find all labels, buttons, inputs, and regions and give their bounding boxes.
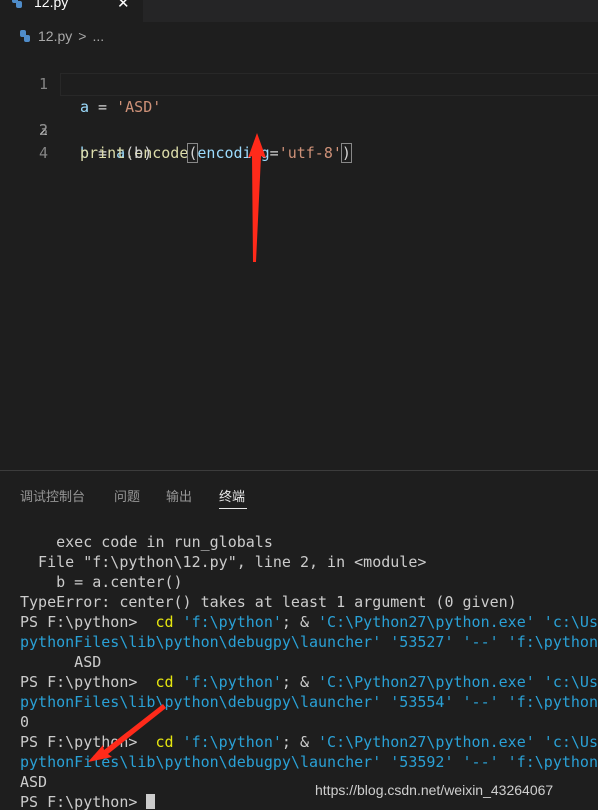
close-icon[interactable]: ✕ <box>117 0 130 12</box>
tab-problems[interactable]: 问题 <box>114 486 140 505</box>
terminal-prompt: PS F:\python> <box>20 613 147 631</box>
code-token: 'utf-8' <box>278 144 342 162</box>
terminal-line: pythonFiles\lib\python\debugpy\launcher'… <box>20 693 598 711</box>
terminal-line: PS F:\python> cd 'f:\python'; & 'C:\Pyth… <box>20 732 598 752</box>
terminal-line[interactable]: PS F:\python> <box>20 792 156 810</box>
breadcrumb: 12.py > ... <box>18 27 104 45</box>
terminal-prompt: PS F:\python> <box>20 673 147 691</box>
code-line-current[interactable]: 2 b = a.encode(encoding='utf-8') <box>0 73 598 163</box>
code-line[interactable]: 4 <box>0 119 598 162</box>
terminal-line: TypeError: center() takes at least 1 arg… <box>20 593 517 611</box>
code-editor[interactable]: 1 a = 'ASD' 2 b = a.encode(encoding='utf… <box>0 50 598 470</box>
line-number: 4 <box>38 144 48 162</box>
terminal-line: pythonFiles\lib\python\debugpy\launcher'… <box>20 753 598 771</box>
terminal-line: pythonFiles\lib\python\debugpy\launcher'… <box>20 633 598 651</box>
terminal-line: PS F:\python> cd 'f:\python'; & 'C:\Pyth… <box>20 612 598 632</box>
panel-tab-bar: 调试控制台 问题 输出 终端 <box>0 471 598 511</box>
terminal-prompt: PS F:\python> <box>20 793 147 810</box>
watermark: https://blog.csdn.net/weixin_43264067 <box>315 782 554 798</box>
terminal-arg: 'f:\python' <box>173 673 282 691</box>
terminal-line: b = a.center() <box>20 573 183 591</box>
chevron-right-icon: > <box>78 28 87 44</box>
tab-output[interactable]: 输出 <box>166 486 192 505</box>
terminal-cursor <box>146 794 156 809</box>
terminal-line: ASD <box>20 773 48 791</box>
tab-terminal[interactable]: 终端 <box>219 486 245 505</box>
terminal-arg: 'c:\Us <box>534 613 598 631</box>
terminal-line: File "f:\python\12.py", line 2, in <modu… <box>20 553 427 571</box>
active-tab-indicator <box>219 508 247 509</box>
terminal-arg: 'c:\Us <box>534 673 598 691</box>
code-token: encoding <box>197 144 270 162</box>
terminal-command: cd <box>146 673 174 691</box>
code-token: (b) <box>125 144 153 162</box>
terminal-line: exec code in run_globals <box>20 533 273 551</box>
terminal-arg: 'f:\python' <box>173 613 282 631</box>
terminal-text: ; & <box>281 673 319 691</box>
terminal-command: cd <box>146 733 174 751</box>
editor-tab-bar: 12.py ✕ <box>0 0 598 22</box>
terminal-arg: 'f:\python' <box>173 733 282 751</box>
code-line[interactable]: 3 print(b) <box>0 96 598 162</box>
current-line-highlight <box>60 73 598 96</box>
terminal-arg: 'C:\Python27\python.exe' <box>318 733 535 751</box>
terminal-command: cd <box>146 613 174 631</box>
terminal-text: ; & <box>281 733 319 751</box>
terminal-line: 0 <box>20 713 30 731</box>
breadcrumb-file[interactable]: 12.py <box>38 28 72 44</box>
code-line[interactable]: 1 a = 'ASD' <box>0 50 598 116</box>
terminal-line: PS F:\python> cd 'f:\python'; & 'C:\Pyth… <box>20 672 598 692</box>
code-token: = <box>269 144 279 162</box>
python-file-icon <box>20 30 30 42</box>
terminal-text: ; & <box>281 613 319 631</box>
terminal-line: ASD <box>20 653 102 671</box>
terminal-prompt: PS F:\python> <box>20 733 147 751</box>
terminal[interactable]: exec code in run_globals File "f:\python… <box>0 532 598 810</box>
tab-label: 12.py <box>34 0 69 10</box>
breadcrumb-rest[interactable]: ... <box>92 28 104 44</box>
bracket-match: ) <box>340 143 352 163</box>
python-file-icon <box>12 0 22 8</box>
terminal-arg: 'C:\Python27\python.exe' <box>318 613 535 631</box>
code-token: print <box>80 144 126 162</box>
terminal-arg: 'C:\Python27\python.exe' <box>318 673 535 691</box>
terminal-arg: 'c:\Us <box>534 733 598 751</box>
tab-debug-console[interactable]: 调试控制台 <box>20 486 85 505</box>
tab-12-py[interactable]: 12.py ✕ <box>0 0 143 22</box>
